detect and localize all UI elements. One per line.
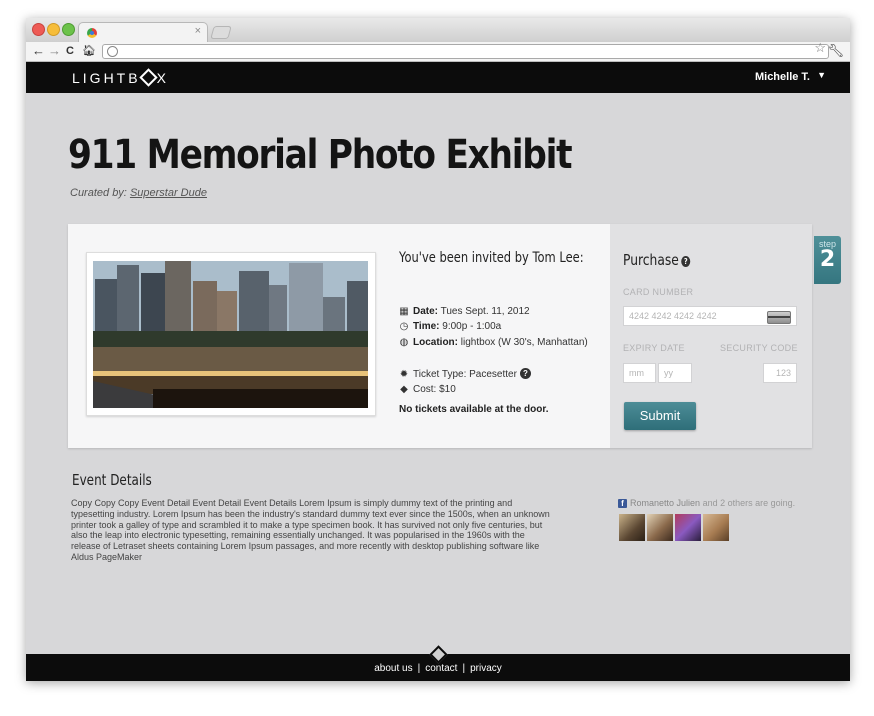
security-code-input[interactable]: 123 <box>763 363 797 383</box>
logo-diamond-icon <box>138 68 158 87</box>
zoom-window-button[interactable] <box>62 23 75 36</box>
card-number-input[interactable]: 4242 4242 4242 4242 <box>623 306 797 326</box>
page-title: 911 Memorial Photo Exhibit <box>68 132 573 178</box>
expiry-year-input[interactable]: yy <box>658 363 692 383</box>
privacy-link[interactable]: privacy <box>470 663 502 674</box>
site-header: LIGHTB X Michelle T. ▼ <box>26 62 850 93</box>
no-tickets-notice: No tickets available at the door. <box>399 404 549 415</box>
purchase-title: Purchase <box>623 251 679 269</box>
time-row: ◷ Time: 9:00p - 1:00a <box>399 321 502 332</box>
date-row: ▦ Date: Tues Sept. 11, 2012 <box>399 306 530 317</box>
footer-diamond-icon <box>429 645 448 664</box>
home-icon[interactable]: 🏠︎ <box>82 43 96 59</box>
expiry-year-placeholder: yy <box>664 368 673 378</box>
cost-row: ◆ Cost: $10 <box>399 384 456 395</box>
logo-text-start: LIGHTB <box>72 70 141 86</box>
location-value: lightbox (W 30's, Manhattan) <box>460 337 588 348</box>
wrench-icon[interactable]: 🔧︎ <box>827 43 844 59</box>
footer-separator: | <box>462 663 466 674</box>
page-icon <box>107 46 118 57</box>
calendar-icon: ▦ <box>399 306 409 317</box>
facebook-icon: f <box>618 499 627 508</box>
submit-button[interactable]: Submit <box>624 402 696 430</box>
lightbox-logo[interactable]: LIGHTB X <box>72 68 169 87</box>
date-label: Date: <box>413 306 439 317</box>
card-number-label: CARD NUMBER <box>623 287 694 297</box>
back-arrow-icon[interactable]: ← <box>32 43 45 59</box>
time-value: 9:00p - 1:00a <box>442 321 502 332</box>
expiry-date-label: EXPIRY DATE <box>623 343 685 353</box>
new-tab-button[interactable] <box>210 26 232 39</box>
location-row: ◍ Location: lightbox (W 30's, Manhattan) <box>399 337 588 348</box>
step-indicator: step 2 <box>814 236 841 284</box>
caret-down-icon: ▼ <box>817 70 826 80</box>
security-code-placeholder: 123 <box>775 368 791 378</box>
attendees-text: and 2 others are going. <box>702 498 796 508</box>
browser-toolbar: ← → C 🏠︎ ☆ 🔧︎ <box>26 40 850 62</box>
contact-link[interactable]: contact <box>425 663 457 674</box>
footer-links: about us | contact | privacy <box>26 663 850 674</box>
ticket-type-row: ✹ Ticket Type: Pacesetter? <box>399 368 531 380</box>
browser-tab-strip: × <box>26 18 850 43</box>
close-window-button[interactable] <box>32 23 45 36</box>
location-label: Location: <box>413 337 458 348</box>
reload-icon[interactable]: C <box>66 43 74 59</box>
purchase-panel: Purchase? CARD NUMBER 4242 4242 4242 424… <box>610 224 812 448</box>
about-us-link[interactable]: about us <box>374 663 412 674</box>
invite-heading: You've been invited by Tom Lee: <box>399 250 584 266</box>
curated-by: Curated by: Superstar Dude <box>70 187 207 199</box>
attendee-avatars <box>619 514 729 541</box>
tab-close-icon[interactable]: × <box>195 25 201 37</box>
card-number-placeholder: 4242 4242 4242 4242 <box>629 311 717 321</box>
security-code-label: SECURITY CODE <box>720 343 798 353</box>
curator-link[interactable]: Superstar Dude <box>130 187 207 199</box>
bookmark-star-icon[interactable]: ☆ <box>814 40 826 56</box>
credit-card-icon <box>767 311 791 324</box>
purchase-heading: Purchase? <box>623 251 691 269</box>
event-details-heading: Event Details <box>72 471 152 489</box>
footer-separator: | <box>417 663 421 674</box>
step-number: 2 <box>819 247 836 272</box>
avatar[interactable] <box>675 514 701 541</box>
attendees-summary: f Romanetto Julien and 2 others are going… <box>618 498 795 508</box>
expiry-month-placeholder: mm <box>629 368 644 378</box>
forward-arrow-icon[interactable]: → <box>48 43 61 59</box>
ticket-type: Ticket Type: Pacesetter <box>413 369 517 380</box>
purchase-help-icon[interactable]: ? <box>681 256 691 267</box>
clock-icon: ◷ <box>399 321 409 332</box>
logo-text-end: X <box>156 70 169 86</box>
avatar[interactable] <box>703 514 729 541</box>
event-card: You've been invited by Tom Lee: ▦ Date: T… <box>68 224 812 448</box>
browser-window: × ← → C 🏠︎ ☆ 🔧︎ LIGHTB X Michelle T. ▼ 91… <box>26 18 850 681</box>
chrome-favicon-icon <box>87 28 97 38</box>
avatar[interactable] <box>647 514 673 541</box>
date-value: Tues Sept. 11, 2012 <box>440 306 530 317</box>
avatar[interactable] <box>619 514 645 541</box>
gear-icon: ✹ <box>399 369 409 380</box>
friend-name[interactable]: Romanetto Julien <box>630 498 700 508</box>
memorial-photo <box>93 261 368 408</box>
photo-frame <box>86 252 376 416</box>
user-name: Michelle T. <box>754 71 810 83</box>
user-menu[interactable]: Michelle T. ▼ <box>754 70 826 83</box>
site-footer: about us | contact | privacy <box>26 645 850 681</box>
curated-label: Curated by: <box>70 187 127 199</box>
browser-tab[interactable]: × <box>78 22 208 43</box>
globe-icon: ◍ <box>399 337 409 348</box>
address-bar[interactable] <box>102 44 829 59</box>
event-details-body: Copy Copy Copy Event Detail Event Detail… <box>71 498 550 562</box>
cost: Cost: $10 <box>413 384 456 395</box>
expiry-month-input[interactable]: mm <box>623 363 656 383</box>
minimize-window-button[interactable] <box>47 23 60 36</box>
tag-icon: ◆ <box>400 384 408 395</box>
help-icon[interactable]: ? <box>519 368 531 379</box>
time-label: Time: <box>413 321 440 332</box>
